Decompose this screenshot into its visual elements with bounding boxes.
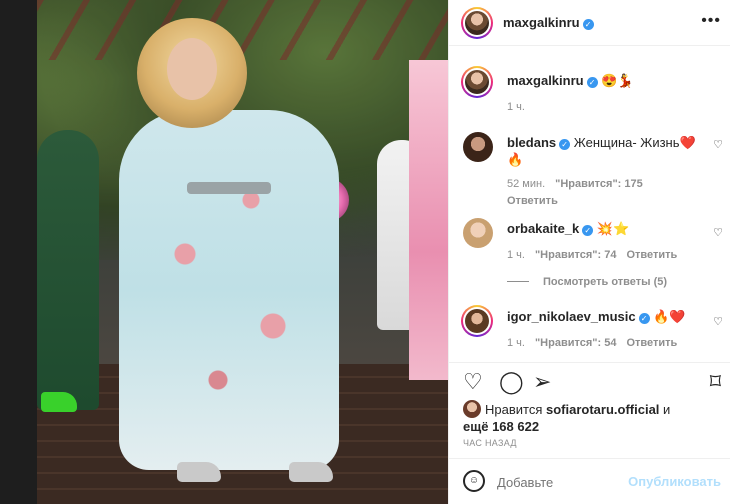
comment-time[interactable]: 1 ч.: [507, 337, 525, 349]
comment-body: bledans ✓ Женщина- Жизнь❤️🔥 52 мин. "Нрави…: [507, 134, 707, 210]
verified-icon: ✓: [586, 77, 598, 88]
caption-text: 😍💃: [601, 73, 634, 88]
reply-button[interactable]: Ответить: [507, 195, 558, 207]
likes-count: 168 622: [492, 419, 540, 434]
verified-icon: ✓: [638, 313, 650, 324]
author-name-row: maxgalkinru ✓: [503, 15, 594, 30]
post-sidebar: maxgalkinru ✓ ••• maxgalkinru ✓ 😍💃 1 ч. bl…: [448, 0, 730, 504]
likes-prefix: Нравится: [485, 402, 543, 417]
comment-likes[interactable]: "Нравится": 54: [535, 337, 616, 349]
caption-time[interactable]: 1 ч.: [507, 101, 525, 113]
comment-time[interactable]: 52 мин.: [507, 178, 545, 190]
commenter-avatar[interactable]: [461, 305, 493, 337]
verified-icon: ✓: [582, 225, 594, 236]
photo-shoe-right: [289, 462, 333, 482]
share-icon[interactable]: ➢: [533, 371, 551, 393]
view-replies-label: Посмотреть ответы (5): [543, 276, 668, 288]
comment-likes[interactable]: "Нравится": 175: [555, 178, 643, 190]
verified-icon: ✓: [559, 139, 571, 150]
emoji-icon[interactable]: ☺: [463, 470, 485, 492]
reply-button[interactable]: Ответить: [626, 249, 677, 261]
like-heart-icon[interactable]: ♡: [463, 371, 483, 393]
photo-person-left: [37, 130, 99, 410]
reply-button[interactable]: Ответить: [626, 337, 677, 349]
caption-avatar[interactable]: [461, 66, 493, 98]
author-avatar[interactable]: [461, 7, 493, 39]
view-replies-button[interactable]: Посмотреть ответы (5): [507, 276, 667, 288]
more-options-icon[interactable]: •••: [701, 12, 721, 30]
author-username[interactable]: maxgalkinru: [503, 15, 580, 30]
photo-floral-dress: [119, 110, 339, 470]
photo-shoe-left: [177, 462, 221, 482]
comment-meta: 52 мин. "Нравится": 175 Ответить: [507, 176, 707, 210]
caption-username[interactable]: maxgalkinru: [507, 73, 584, 88]
comment-username[interactable]: bledans: [507, 135, 556, 150]
comment-body: orbakaite_k ✓ 💥⭐ 1 ч. "Нравится": 74 Ответи…: [507, 220, 707, 264]
caption-body: maxgalkinru ✓ 😍💃 1 ч.: [507, 72, 707, 116]
publish-button[interactable]: Опубликовать: [628, 474, 721, 489]
likes-more-prefix: ещё: [463, 419, 489, 434]
comment-username[interactable]: orbakaite_k: [507, 221, 579, 236]
post-header: maxgalkinru ✓ •••: [449, 0, 730, 46]
post-actions: ♡ ◯ ➢ ⌑: [449, 362, 730, 402]
likes-and: и: [663, 402, 671, 417]
photo-pink-dress: [409, 60, 448, 380]
comment-time[interactable]: 1 ч.: [507, 249, 525, 261]
likes-summary: Нравится sofiarotaru.official и ещё 168 …: [463, 400, 723, 435]
comment-meta: 1 ч. "Нравится": 54 Ответить: [507, 335, 707, 352]
comment-composer: ☺ Опубликовать: [449, 458, 730, 504]
comment-input[interactable]: [497, 471, 627, 493]
commenter-avatar[interactable]: [463, 218, 493, 248]
comment-icon[interactable]: ◯: [499, 371, 524, 393]
comment-body: igor_nikolaev_music ✓ 🔥❤️ 1 ч. "Нравится":…: [507, 308, 707, 352]
verified-icon: ✓: [582, 19, 594, 30]
comment-text: 💥⭐: [596, 221, 630, 236]
post-timestamp[interactable]: ЧАС НАЗАД: [463, 438, 517, 448]
liker-username[interactable]: sofiarotaru.official: [546, 402, 659, 417]
commenter-avatar[interactable]: [463, 132, 493, 162]
comment-meta: 1 ч. "Нравится": 74 Ответить: [507, 247, 707, 264]
comment-text: 🔥❤️: [653, 309, 686, 324]
comment-likes[interactable]: "Нравится": 74: [535, 249, 616, 261]
comment-like-heart-icon[interactable]: ♡: [713, 226, 723, 239]
comment-like-heart-icon[interactable]: ♡: [713, 315, 723, 328]
comment-like-heart-icon[interactable]: ♡: [713, 138, 723, 151]
post-photo[interactable]: [37, 0, 448, 504]
photo-belt: [187, 182, 271, 194]
comment-username[interactable]: igor_nikolaev_music: [507, 309, 636, 324]
liker-avatar[interactable]: [463, 400, 481, 418]
likes-count-button[interactable]: ещё 168 622: [463, 419, 539, 434]
caption-meta: 1 ч.: [507, 99, 707, 116]
photo-face: [167, 38, 217, 100]
photo-green-shoe: [41, 392, 77, 412]
replies-divider: [507, 281, 529, 282]
bookmark-icon[interactable]: ⌑: [710, 371, 721, 393]
